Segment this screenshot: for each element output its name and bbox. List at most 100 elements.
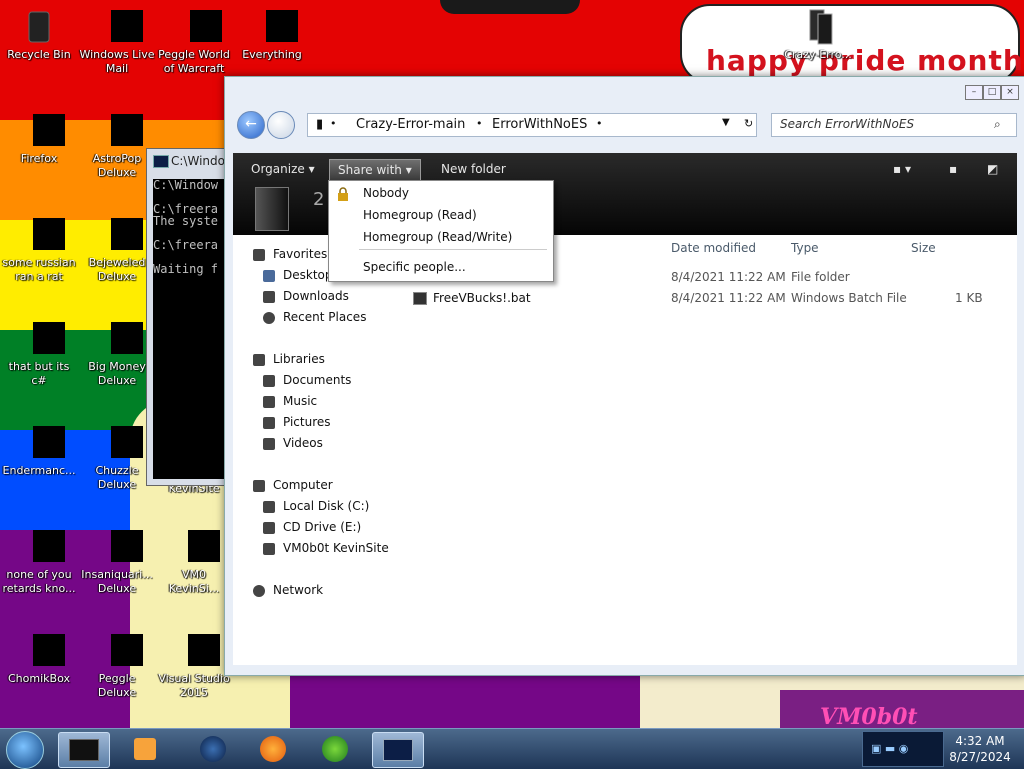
- organize-label: Organize: [251, 162, 305, 176]
- row-type[interactable]: Windows Batch File: [791, 291, 907, 305]
- nav-downloads[interactable]: Downloads: [263, 287, 349, 305]
- batch-file-icon: [413, 292, 427, 305]
- preview-pane-icon[interactable]: ▪: [949, 159, 957, 179]
- nav-favorites[interactable]: Favorites: [253, 245, 327, 263]
- nav-videos[interactable]: Videos: [263, 434, 323, 452]
- close-button[interactable]: ×: [1001, 85, 1019, 100]
- clock[interactable]: 4:32 AM 8/27/2024: [940, 733, 1020, 765]
- desktop-icon-big-money[interactable]: Big Money Deluxe: [79, 312, 155, 388]
- desktop-icon-peggle-wow[interactable]: Peggle World of Warcraft: [156, 0, 232, 76]
- taskbar-explorer-button[interactable]: [372, 732, 424, 768]
- taskbar-cmd-button[interactable]: [58, 732, 110, 768]
- cmd-output[interactable]: C:\Window C:\freera The syste C:\freera …: [153, 179, 227, 479]
- nav-documents[interactable]: Documents: [263, 371, 351, 389]
- desktop-icon-endermanc[interactable]: Endermanc...: [1, 416, 77, 478]
- menu-item-specific-people[interactable]: Specific people...: [363, 260, 466, 274]
- nav-network[interactable]: Network: [253, 581, 323, 599]
- explorer-window[interactable]: – □ × ← ▮ • Crazy-Error-main • ErrorWith…: [224, 76, 1024, 676]
- desktop-icon-label: Insaniquari... Deluxe: [81, 568, 153, 595]
- column-date-modified[interactable]: Date modified: [671, 241, 756, 255]
- file-row-name[interactable]: FreeVBucks!.bat: [413, 291, 531, 305]
- menu-item-nobody[interactable]: Nobody: [363, 186, 409, 200]
- desktop-icon-label: AstroPop Deluxe: [92, 152, 142, 179]
- nav-libraries[interactable]: Libraries: [253, 350, 325, 368]
- desktop-icon-visual-studio[interactable]: Visual Studio 2015: [156, 624, 232, 700]
- view-options-icon[interactable]: ▪ ▾: [893, 159, 911, 179]
- row-date[interactable]: 8/4/2021 11:22 AM: [671, 291, 786, 305]
- desktop-icon-crazy-error[interactable]: Crazy-Erro...: [780, 0, 856, 62]
- start-button[interactable]: [6, 731, 44, 769]
- download-manager-icon: [322, 736, 348, 762]
- desktop-icon-vm-kevinsite[interactable]: VM0 KevinSi...: [156, 520, 232, 596]
- forward-button[interactable]: [267, 111, 295, 139]
- desktop-icon-mail[interactable]: Windows Live Mail: [79, 0, 155, 76]
- desktop-icon-label: Windows Live Mail: [79, 48, 155, 75]
- desktop-icon-label: ChomikBox: [8, 672, 70, 685]
- breadcrumb-segment[interactable]: ErrorWithNoES: [492, 117, 587, 132]
- desktop-icon-everything[interactable]: Everything: [234, 0, 310, 62]
- star-icon: [253, 248, 265, 261]
- desktop-icon-insaniquarium[interactable]: Insaniquari... Deluxe: [79, 520, 155, 596]
- item-count: 2: [313, 189, 325, 210]
- cmd-window[interactable]: C:\Windo C:\Window C:\freera The syste C…: [146, 148, 228, 486]
- desktop-icon-firefox[interactable]: Firefox: [1, 104, 77, 166]
- desktop-icon-astropop[interactable]: AstroPop Deluxe: [79, 104, 155, 180]
- column-type[interactable]: Type: [791, 241, 819, 255]
- nav-label: Downloads: [283, 289, 349, 303]
- address-bar[interactable]: ▮ • Crazy-Error-main • ErrorWithNoES • ▼…: [307, 113, 757, 137]
- nav-vm-kevinsite[interactable]: VM0b0t KevinSite: [263, 539, 389, 557]
- taskbar-firefox-button[interactable]: [248, 732, 298, 766]
- desktop-icon-csharp[interactable]: that but its c#: [1, 312, 77, 388]
- desktop-icon-bejeweled[interactable]: Bejeweled Deluxe: [79, 208, 155, 284]
- game-icon: [97, 422, 143, 462]
- back-button[interactable]: ←: [237, 111, 265, 139]
- drive-icon: [263, 542, 275, 555]
- desktop-icon-russian-rat[interactable]: some russian ran a rat: [1, 208, 77, 284]
- cmd-titlebar[interactable]: C:\Windo: [147, 149, 227, 173]
- new-folder-button[interactable]: New folder: [441, 159, 506, 179]
- desktop-icon-label: Everything: [242, 48, 302, 61]
- system-tray[interactable]: ▣ ▬ ◉: [862, 731, 944, 767]
- desktop-icon-none-of-you[interactable]: none of you retards kno...: [1, 520, 77, 596]
- search-box[interactable]: Search ErrorWithNoES ⌕: [771, 113, 1017, 137]
- desktop-icon-label: Firefox: [20, 152, 58, 165]
- explorer-icon: [383, 739, 413, 761]
- share-with-button[interactable]: Share with ▾: [329, 159, 421, 181]
- column-size[interactable]: Size: [911, 241, 936, 255]
- taskbar-media-button[interactable]: [120, 732, 170, 766]
- desktop-icon-chomikbox[interactable]: ChomikBox: [1, 624, 77, 686]
- nav-recent-places[interactable]: Recent Places: [263, 308, 366, 326]
- nav-music[interactable]: Music: [263, 392, 317, 410]
- nav-cd-drive[interactable]: CD Drive (E:): [263, 518, 361, 536]
- nav-local-disk[interactable]: Local Disk (C:): [263, 497, 369, 515]
- nav-desktop[interactable]: Desktop: [263, 266, 333, 284]
- dropdown-icon[interactable]: ▼: [722, 117, 730, 128]
- desktop-icon-label: Endermanc...: [2, 464, 76, 477]
- nav-pictures[interactable]: Pictures: [263, 413, 331, 431]
- row-type[interactable]: File folder: [791, 270, 850, 284]
- desktop-icon-label: some russian ran a rat: [2, 256, 76, 283]
- minimize-button[interactable]: –: [965, 85, 983, 100]
- nav-computer[interactable]: Computer: [253, 476, 333, 494]
- menu-item-homegroup-read[interactable]: Homegroup (Read): [363, 208, 477, 222]
- desktop-icon-peggle-deluxe[interactable]: Peggle Deluxe: [79, 624, 155, 700]
- share-with-menu: Nobody Homegroup (Read) Homegroup (Read/…: [328, 180, 554, 282]
- tray-icons: ▣ ▬ ◉: [871, 742, 909, 755]
- taskbar: ▣ ▬ ◉ 4:32 AM 8/27/2024: [0, 728, 1024, 769]
- desktop-icon-recycle-bin[interactable]: Recycle Bin: [1, 0, 77, 62]
- document-icon: [263, 374, 275, 387]
- row-date[interactable]: 8/4/2021 11:22 AM: [671, 270, 786, 284]
- wallpaper-art: [440, 0, 580, 14]
- desktop-icon-chuzzle[interactable]: Chuzzle Deluxe: [79, 416, 155, 492]
- breadcrumb-segment[interactable]: Crazy-Error-main: [356, 117, 465, 132]
- maximize-button[interactable]: □: [983, 85, 1001, 100]
- help-icon[interactable]: ◩: [987, 159, 998, 179]
- refresh-icon[interactable]: ↻: [744, 117, 753, 130]
- taskbar-globe-button[interactable]: [188, 732, 238, 766]
- organize-button[interactable]: Organize ▾: [251, 159, 315, 179]
- desktop-icon-label: VM0 KevinSi...: [168, 568, 220, 595]
- nav-label: Documents: [283, 373, 352, 387]
- row-size[interactable]: 1 KB: [955, 291, 983, 305]
- menu-item-homegroup-readwrite[interactable]: Homegroup (Read/Write): [363, 230, 512, 244]
- taskbar-download-button[interactable]: [310, 732, 360, 766]
